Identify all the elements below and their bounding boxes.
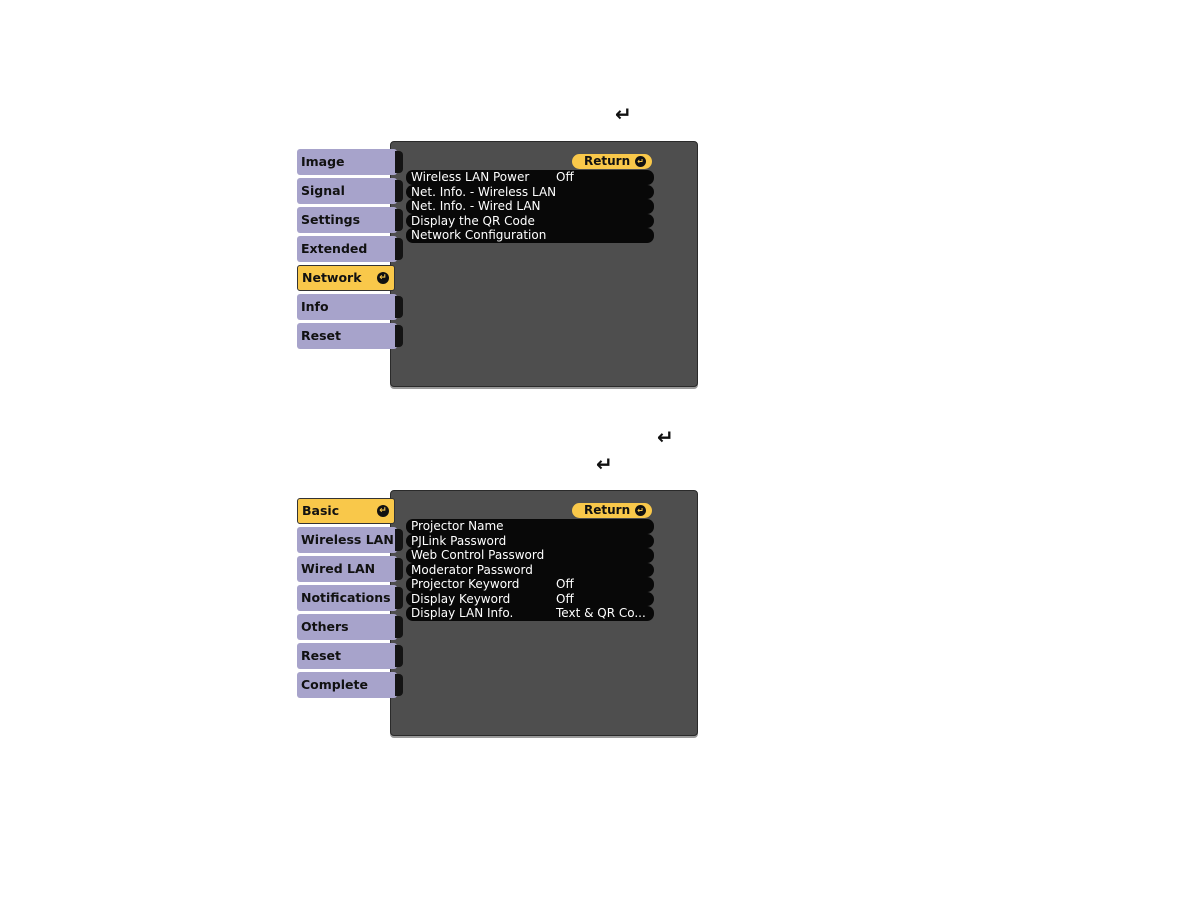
settings-row[interactable]: Projector Name — [406, 519, 654, 534]
setting-label: PJLink Password — [411, 533, 507, 548]
return-button[interactable]: Return ↵ — [572, 503, 652, 518]
sidebar-item-label: Info — [301, 299, 329, 314]
basic-settings-menu: Basic ↵ Wireless LAN Wired LAN Notifications… — [290, 490, 700, 740]
enter-icon: ↵ — [596, 452, 613, 476]
sidebar-item-label: Extended — [301, 241, 368, 256]
sidebar-item-settings[interactable]: Settings — [297, 207, 403, 233]
tab-connector — [395, 151, 403, 173]
tab-connector — [395, 325, 403, 347]
setting-label: Wireless LAN Power — [411, 170, 530, 184]
sidebar: Basic ↵ Wireless LAN Wired LAN Notifications… — [297, 498, 403, 701]
enter-icon: ↵ — [615, 102, 632, 126]
tab-connector — [395, 529, 403, 551]
network-menu: Image Signal Settings Extended Network ↵ Info R… — [290, 141, 700, 391]
settings-row[interactable]: Projector Keyword Off — [406, 577, 654, 592]
sidebar-item-label: Signal — [301, 183, 345, 198]
setting-label: Display the QR Code — [411, 213, 535, 228]
sidebar-item-label: Network — [302, 270, 362, 285]
tab-connector — [395, 209, 403, 231]
enter-icon: ↵ — [377, 272, 389, 284]
setting-value: Off — [556, 170, 574, 184]
sidebar-item-reset[interactable]: Reset — [297, 643, 403, 669]
sidebar-item-label: Basic — [302, 503, 340, 518]
enter-icon: ↵ — [635, 155, 646, 167]
settings-row[interactable]: Web Control Password — [406, 548, 654, 563]
sidebar-item-label: Wired LAN — [301, 561, 376, 576]
setting-label: Projector Keyword — [411, 577, 520, 591]
sidebar-item-signal[interactable]: Signal — [297, 178, 403, 204]
setting-value: Off — [556, 577, 574, 591]
sidebar-item-basic[interactable]: Basic ↵ — [297, 498, 395, 524]
sidebar-item-label: Wireless LAN — [301, 532, 394, 547]
sidebar-item-label: Others — [301, 619, 349, 634]
sidebar-item-notifications[interactable]: Notifications — [297, 585, 403, 611]
settings-list: Wireless LAN Power Off Net. Info. - Wirele… — [406, 170, 654, 243]
sidebar-item-label: Reset — [301, 328, 341, 343]
settings-row[interactable]: PJLink Password — [406, 533, 654, 548]
sidebar-item-info[interactable]: Info — [297, 294, 403, 320]
sidebar-item-image[interactable]: Image — [297, 149, 403, 175]
tab-connector — [395, 180, 403, 202]
sidebar-item-label: Complete — [301, 677, 368, 692]
enter-icon: ↵ — [635, 504, 646, 516]
settings-row[interactable]: Display the QR Code — [406, 213, 654, 228]
tab-connector — [395, 587, 403, 609]
sidebar-item-extended[interactable]: Extended — [297, 236, 403, 262]
tab-connector — [395, 238, 403, 260]
sidebar-item-label: Notifications — [301, 590, 391, 605]
setting-value: Text & QR Co... — [556, 606, 646, 620]
tab-connector — [395, 296, 403, 318]
tab-connector — [395, 616, 403, 638]
settings-list: Projector Name PJLink Password Web Control… — [406, 519, 654, 621]
settings-row[interactable]: Network Configuration — [406, 228, 654, 243]
sidebar-item-label: Image — [301, 154, 345, 169]
sidebar-item-network[interactable]: Network ↵ — [297, 265, 395, 291]
setting-label: Projector Name — [411, 519, 504, 533]
sidebar: Image Signal Settings Extended Network ↵ Info R… — [297, 149, 403, 352]
settings-row[interactable]: Wireless LAN Power Off — [406, 170, 654, 185]
settings-row[interactable]: Net. Info. - Wired LAN — [406, 199, 654, 214]
tab-connector — [395, 558, 403, 580]
sidebar-item-complete[interactable]: Complete — [297, 672, 403, 698]
enter-icon: ↵ — [377, 505, 389, 517]
setting-label: Display LAN Info. — [411, 606, 514, 620]
return-label: Return — [584, 154, 631, 168]
settings-row[interactable]: Net. Info. - Wireless LAN — [406, 184, 654, 199]
return-button[interactable]: Return ↵ — [572, 154, 652, 169]
setting-label: Display Keyword — [411, 591, 511, 606]
enter-icon: ↵ — [657, 425, 674, 449]
tab-connector — [395, 674, 403, 696]
settings-row[interactable]: Display LAN Info. Text & QR Co... — [406, 606, 654, 621]
settings-row[interactable]: Display Keyword Off — [406, 591, 654, 606]
tab-connector — [395, 645, 403, 667]
setting-label: Net. Info. - Wired LAN — [411, 199, 541, 213]
sidebar-item-others[interactable]: Others — [297, 614, 403, 640]
settings-row[interactable]: Moderator Password — [406, 562, 654, 577]
sidebar-item-wireless-lan[interactable]: Wireless LAN — [297, 527, 403, 553]
return-label: Return — [584, 503, 631, 517]
setting-value: Off — [556, 591, 574, 606]
sidebar-item-reset[interactable]: Reset — [297, 323, 403, 349]
setting-label: Net. Info. - Wireless LAN — [411, 184, 557, 199]
sidebar-item-label: Settings — [301, 212, 361, 227]
setting-label: Network Configuration — [411, 228, 547, 242]
setting-label: Moderator Password — [411, 562, 533, 577]
setting-label: Web Control Password — [411, 548, 545, 562]
sidebar-item-label: Reset — [301, 648, 341, 663]
sidebar-item-wired-lan[interactable]: Wired LAN — [297, 556, 403, 582]
